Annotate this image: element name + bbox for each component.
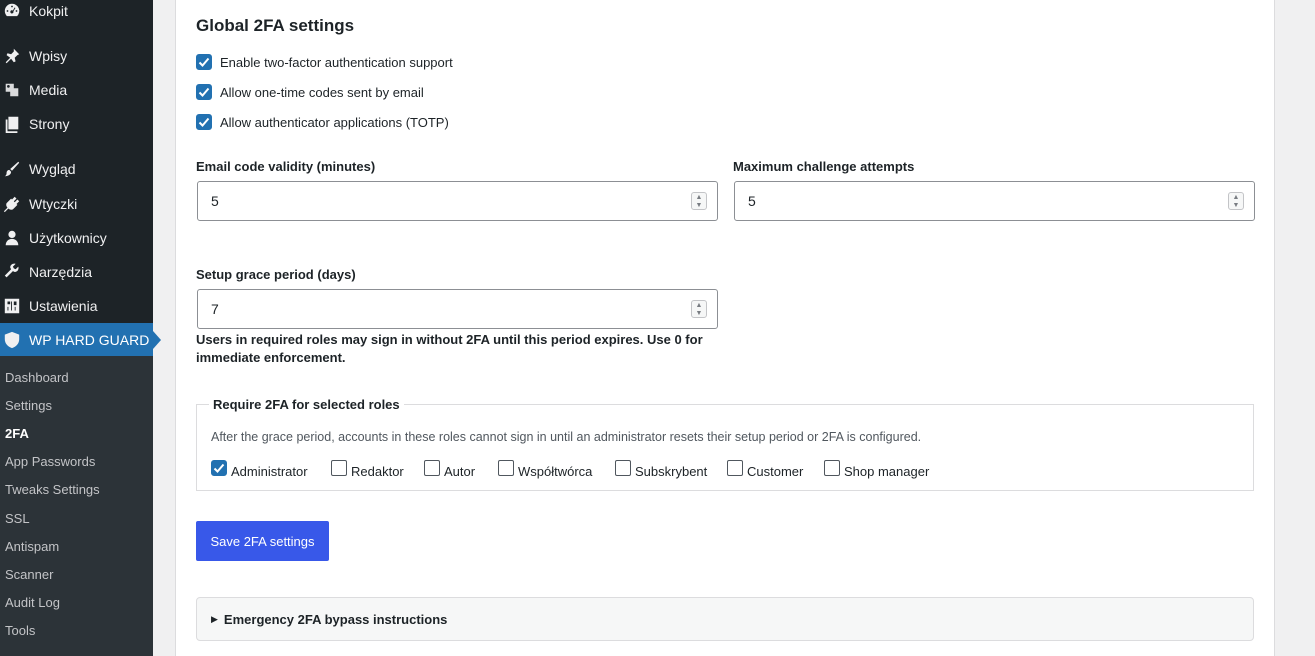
- menu-item-wtyczki[interactable]: Wtyczki: [0, 187, 153, 221]
- number-spinner[interactable]: ▲ ▼: [1228, 192, 1244, 210]
- menu-item-wp-hard-guard[interactable]: WP HARD GUARD: [0, 323, 161, 357]
- submenu-dashboard[interactable]: Dashboard: [5, 368, 69, 388]
- max-attempts-input[interactable]: 5 ▲ ▼: [734, 181, 1255, 221]
- menu-item-uzytkownicy[interactable]: Użytkownicy: [0, 221, 153, 255]
- check-icon: [213, 463, 225, 473]
- menu-item-kokpit[interactable]: Kokpit: [0, 0, 153, 28]
- checkbox-checked[interactable]: [196, 84, 212, 100]
- role-redaktor[interactable]: Redaktor: [331, 455, 404, 479]
- option-totp[interactable]: Allow authenticator applications (TOTP): [196, 112, 449, 132]
- checkbox-checked[interactable]: [196, 114, 212, 130]
- input-value: 5: [211, 193, 219, 209]
- check-icon: [198, 87, 210, 97]
- plugin-submenu: Dashboard Settings 2FA App Passwords Twe…: [0, 356, 153, 656]
- checkbox-unchecked[interactable]: [727, 460, 743, 476]
- role-shop-manager[interactable]: Shop manager: [824, 455, 929, 479]
- settings-icon: [3, 297, 21, 315]
- option-label: Enable two-factor authentication support: [220, 54, 453, 70]
- menu-item-label: Wtyczki: [29, 196, 78, 212]
- option-email-codes[interactable]: Allow one-time codes sent by email: [196, 82, 424, 102]
- number-spinner[interactable]: ▲ ▼: [691, 192, 707, 210]
- menu-item-narzedzia[interactable]: Narzędzia: [0, 255, 153, 289]
- grace-period-label: Setup grace period (days): [196, 267, 356, 282]
- disclosure-triangle-icon: ▶: [211, 613, 218, 624]
- menu-item-label: Kokpit: [29, 3, 68, 19]
- dashboard-icon: [3, 2, 21, 20]
- shield-icon: [3, 331, 21, 349]
- check-icon: [198, 117, 210, 127]
- menu-item-label: Media: [29, 82, 68, 98]
- plugin-icon: [3, 195, 21, 213]
- option-label: Allow authenticator applications (TOTP): [220, 114, 449, 130]
- wrench-icon: [3, 263, 21, 281]
- user-icon: [3, 229, 21, 247]
- section-title: Global 2FA settings: [196, 16, 355, 35]
- role-label: Autor: [444, 464, 476, 479]
- menu-item-label: WP HARD GUARD: [29, 332, 150, 348]
- roles-description: After the grace period, accounts in thes…: [211, 430, 922, 444]
- menu-item-label: Użytkownicy: [29, 230, 107, 246]
- menu-item-label: Strony: [29, 116, 70, 132]
- submenu-audit-log[interactable]: Audit Log: [5, 593, 60, 613]
- checkbox-unchecked[interactable]: [824, 460, 840, 476]
- brush-icon: [3, 160, 21, 178]
- role-label: Customer: [747, 464, 804, 479]
- role-label: Subskrybent: [635, 464, 708, 479]
- role-wspoltworca[interactable]: Współtwórca: [498, 455, 592, 479]
- checkbox-unchecked[interactable]: [331, 460, 347, 476]
- submenu-tools[interactable]: Tools: [5, 621, 35, 641]
- role-label: Shop manager: [844, 464, 930, 479]
- save-2fa-settings-button[interactable]: Save 2FA settings: [196, 521, 329, 561]
- email-validity-input[interactable]: 5 ▲ ▼: [197, 181, 718, 221]
- roles-legend: Require 2FA for selected roles: [209, 397, 404, 412]
- emergency-bypass-label: Emergency 2FA bypass instructions: [223, 611, 448, 627]
- role-administrator[interactable]: Administrator: [211, 455, 308, 479]
- menu-item-label: Wpisy: [29, 48, 68, 64]
- menu-item-label: Ustawienia: [29, 298, 98, 314]
- role-customer[interactable]: Customer: [727, 455, 803, 479]
- role-autor[interactable]: Autor: [424, 455, 475, 479]
- submenu-tweaks-settings[interactable]: Tweaks Settings: [5, 480, 100, 500]
- role-label: Współtwórca: [518, 464, 593, 479]
- option-enable-2fa[interactable]: Enable two-factor authentication support: [196, 52, 453, 72]
- menu-item-label: Narzędzia: [29, 264, 93, 280]
- checkbox-checked[interactable]: [211, 460, 227, 476]
- media-icon: [3, 81, 21, 99]
- check-icon: [198, 57, 210, 67]
- input-value: 7: [211, 301, 219, 317]
- checkbox-checked[interactable]: [196, 54, 212, 70]
- checkbox-unchecked[interactable]: [615, 460, 631, 476]
- role-label: Redaktor: [351, 464, 404, 479]
- email-validity-label: Email code validity (minutes): [196, 159, 376, 174]
- option-label: Allow one-time codes sent by email: [220, 84, 424, 100]
- menu-item-label: Wygląd: [29, 161, 76, 177]
- input-value: 5: [748, 193, 756, 209]
- role-label: Administrator: [231, 464, 308, 479]
- grace-period-help: Users in required roles may sign in with…: [196, 332, 703, 365]
- pages-icon: [3, 115, 21, 133]
- checkbox-unchecked[interactable]: [498, 460, 514, 476]
- admin-sidebar: Kokpit Wpisy Media Strony Wygląd Wtyczki…: [0, 0, 161, 656]
- role-subskrybent[interactable]: Subskrybent: [615, 455, 707, 479]
- submenu-scanner[interactable]: Scanner: [5, 565, 53, 585]
- grace-period-input[interactable]: 7 ▲ ▼: [197, 289, 718, 329]
- emergency-bypass-details[interactable]: ▶ Emergency 2FA bypass instructions: [196, 597, 1254, 641]
- max-attempts-label: Maximum challenge attempts: [733, 159, 915, 174]
- menu-item-media[interactable]: Media: [0, 73, 153, 107]
- pin-icon: [3, 47, 21, 65]
- menu-item-wpisy[interactable]: Wpisy: [0, 39, 153, 73]
- submenu-settings[interactable]: Settings: [5, 396, 52, 416]
- submenu-antispam[interactable]: Antispam: [5, 537, 59, 557]
- menu-item-wyglad[interactable]: Wygląd: [0, 152, 153, 186]
- submenu-app-passwords[interactable]: App Passwords: [5, 452, 95, 472]
- menu-item-strony[interactable]: Strony: [0, 107, 153, 141]
- submenu-2fa[interactable]: 2FA: [5, 424, 29, 444]
- checkbox-unchecked[interactable]: [424, 460, 440, 476]
- submenu-ssl[interactable]: SSL: [5, 509, 30, 529]
- number-spinner[interactable]: ▲ ▼: [691, 300, 707, 318]
- menu-item-ustawienia[interactable]: Ustawienia: [0, 289, 153, 323]
